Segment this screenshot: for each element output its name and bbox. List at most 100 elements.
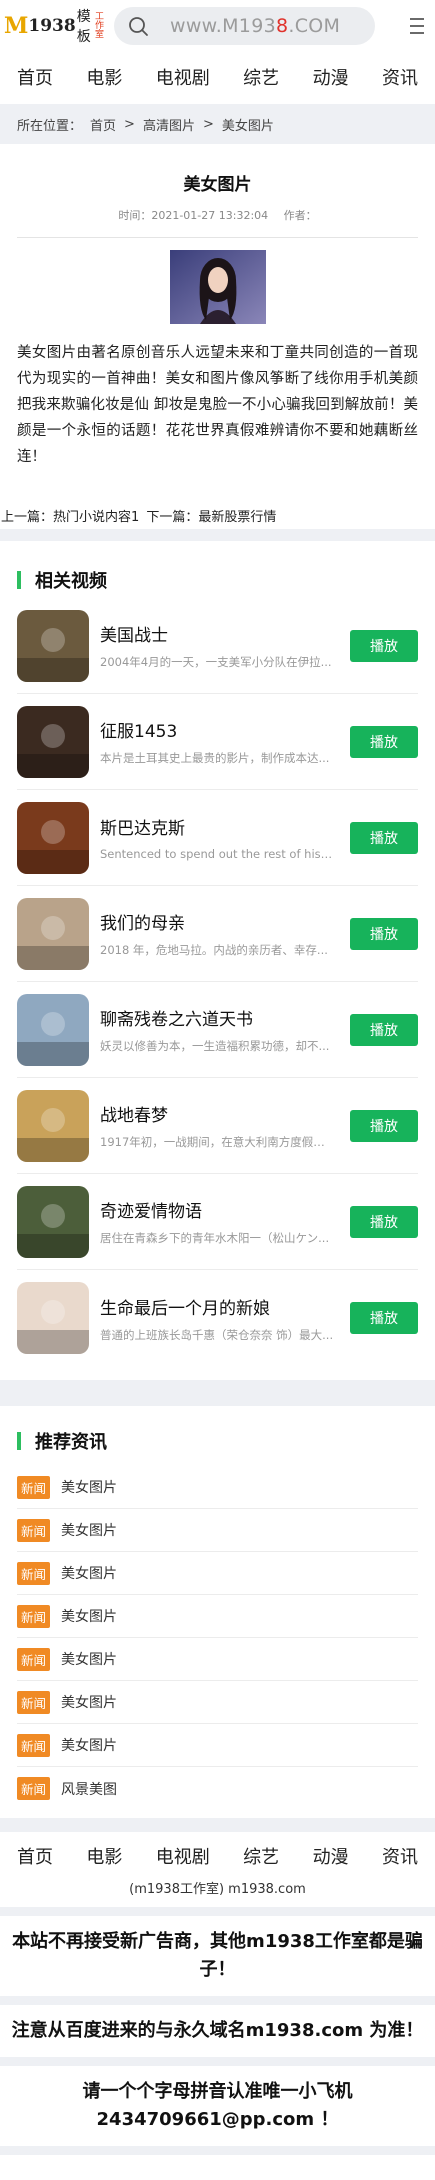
footer-nav-tv[interactable]: 电视剧 (156, 1843, 210, 1869)
video-item[interactable]: 征服1453 本片是土耳其史上最贵的影片，制作成本达... 播放 (17, 694, 418, 790)
play-button[interactable]: 播放 (350, 1109, 418, 1142)
video-item[interactable]: 我们的母亲 2018 年，危地马拉。内战的亲历者、幸存... 播放 (17, 886, 418, 982)
nav-home[interactable]: 首页 (17, 64, 53, 90)
video-title[interactable]: 斯巴达克斯 (100, 814, 334, 839)
video-thumbnail[interactable] (17, 1185, 89, 1258)
news-item[interactable]: 新闻 美女图片 (17, 1552, 418, 1595)
logo-number: 1938 (28, 16, 76, 36)
video-title[interactable]: 聊斋残卷之六道天书 (100, 1005, 334, 1030)
news-badge: 新闻 (17, 1733, 51, 1757)
video-item[interactable]: 聊斋残卷之六道天书 妖灵以修善为本，一生造福积累功德，却不... 播放 (17, 982, 418, 1078)
divider (0, 2057, 435, 2066)
news-title[interactable]: 美女图片 (61, 1477, 117, 1497)
news-badge: 新闻 (17, 1777, 51, 1800)
video-thumbnail[interactable] (17, 609, 89, 682)
news-title[interactable]: 美女图片 (61, 1563, 117, 1583)
divider (0, 1996, 435, 2005)
video-thumbnail[interactable] (17, 801, 89, 874)
video-item[interactable]: 战地春梦 1917年初，一战期间，在意大利南方度假归... 播放 (17, 1078, 418, 1174)
news-badge: 新闻 (17, 1561, 51, 1585)
video-info: 我们的母亲 2018 年，危地马拉。内战的亲历者、幸存... (100, 909, 334, 958)
footer-nav-home[interactable]: 首页 (17, 1843, 53, 1869)
video-thumbnail[interactable] (17, 1089, 89, 1162)
video-thumbnail[interactable] (17, 1282, 89, 1354)
breadcrumb: 所在位置： 首页 > 高清图片 > 美女图片 (0, 104, 435, 144)
play-button[interactable]: 播放 (350, 821, 418, 854)
article-title: 美女图片 (183, 175, 252, 195)
video-item[interactable]: 生命最后一个月的新娘 普通的上班族长岛千惠（荣仓奈奈 饰）最大... 播放 (17, 1270, 418, 1366)
video-title[interactable]: 生命最后一个月的新娘 (100, 1294, 334, 1319)
site-header: M 1938 模板 工作室 www.M1938.COM (0, 0, 435, 52)
next-article-link[interactable]: 下一篇：最新股票行情 (146, 510, 276, 525)
divider (0, 2146, 435, 2155)
footer-nav-variety[interactable]: 综艺 (243, 1843, 279, 1869)
article-image (169, 250, 266, 324)
article-meta: 时间：2021-01-27 13:32:04 作者： (0, 207, 435, 223)
nav-variety[interactable]: 综艺 (243, 64, 279, 90)
search-icon[interactable] (124, 12, 152, 40)
news-item[interactable]: 新闻 美女图片 (17, 1638, 418, 1681)
play-button[interactable]: 播放 (350, 629, 418, 662)
news-item[interactable]: 新闻 美女图片 (17, 1724, 418, 1767)
news-item[interactable]: 新闻 美女图片 (17, 1595, 418, 1638)
video-info: 战地春梦 1917年初，一战期间，在意大利南方度假归... (100, 1101, 334, 1150)
video-title[interactable]: 战地春梦 (100, 1101, 334, 1126)
logo-text: 模板 (76, 9, 91, 45)
play-button[interactable]: 播放 (350, 1205, 418, 1238)
play-button[interactable]: 播放 (350, 1013, 418, 1046)
section-title: 推荐资讯 (35, 1432, 107, 1453)
logo-m: M (4, 13, 29, 39)
news-title[interactable]: 美女图片 (61, 1520, 117, 1540)
footer-notice: 本站不再接受新广告商，其他m1938工作室都是骗子！ (12, 1931, 423, 1980)
footer-nav-news[interactable]: 资讯 (382, 1843, 418, 1869)
news-title[interactable]: 美女图片 (61, 1692, 117, 1712)
logo-stamp: 工作室 (94, 11, 104, 40)
news-badge: 新闻 (17, 1518, 51, 1542)
footer-nav-movies[interactable]: 电影 (86, 1843, 122, 1869)
news-badge: 新闻 (17, 1690, 51, 1714)
news-title[interactable]: 风景美图 (61, 1779, 117, 1799)
article-pagination: 上一篇：热门小说内容1 下一篇：最新股票行情 (0, 506, 435, 525)
video-item[interactable]: 斯巴达克斯 Sentenced to spend out the rest of … (17, 790, 418, 886)
breadcrumb-home[interactable]: 首页 (90, 115, 116, 134)
video-title[interactable]: 征服1453 (100, 717, 334, 742)
search-box[interactable]: www.M1938.COM (114, 7, 375, 45)
video-thumbnail[interactable] (17, 897, 89, 970)
video-thumbnail[interactable] (17, 705, 89, 778)
prev-article-link[interactable]: 上一篇：热门小说内容1 (1, 510, 139, 525)
footer-nav-anime[interactable]: 动漫 (313, 1843, 349, 1869)
nav-anime[interactable]: 动漫 (313, 64, 349, 90)
play-button[interactable]: 播放 (350, 1302, 418, 1334)
news-badge: 新闻 (17, 1647, 51, 1671)
play-button[interactable]: 播放 (350, 725, 418, 758)
menu-icon[interactable] (389, 8, 425, 44)
footer-copyright: (m1938工作室) m1938.com (129, 1882, 306, 1897)
breadcrumb-category[interactable]: 高清图片 (143, 115, 195, 134)
news-item[interactable]: 新闻 美女图片 (17, 1466, 418, 1509)
news-title[interactable]: 美女图片 (61, 1735, 117, 1755)
video-title[interactable]: 美国战士 (100, 621, 334, 646)
nav-news[interactable]: 资讯 (382, 64, 418, 90)
breadcrumb-separator: > (124, 116, 135, 132)
site-logo[interactable]: M 1938 模板 工作室 (4, 6, 104, 46)
article-author: 作者： (283, 209, 317, 222)
video-title[interactable]: 奇迹爱情物语 (100, 1197, 334, 1222)
breadcrumb-current[interactable]: 美女图片 (222, 115, 274, 134)
news-badge: 新闻 (17, 1604, 51, 1628)
article-body: 美女图片由著名原创音乐人远望未来和丁童共同创造的一首现代为现实的一首神曲！美女和… (17, 345, 418, 465)
news-title[interactable]: 美女图片 (61, 1606, 117, 1626)
nav-tv[interactable]: 电视剧 (156, 64, 210, 90)
breadcrumb-separator: > (202, 116, 214, 132)
section-gap (0, 1380, 435, 1406)
video-thumbnail[interactable] (17, 993, 89, 1066)
video-title[interactable]: 我们的母亲 (100, 909, 334, 934)
play-button[interactable]: 播放 (350, 917, 418, 950)
video-info: 征服1453 本片是土耳其史上最贵的影片，制作成本达... (100, 717, 334, 766)
news-item[interactable]: 新闻 美女图片 (17, 1509, 418, 1552)
video-item[interactable]: 奇迹爱情物语 居住在青森乡下的青年水木阳一（松山ケン... 播放 (17, 1174, 418, 1270)
news-title[interactable]: 美女图片 (61, 1649, 117, 1669)
nav-movies[interactable]: 电影 (86, 64, 122, 90)
news-item[interactable]: 新闻 风景美图 (17, 1767, 418, 1810)
video-item[interactable]: 美国战士 2004年4月的一天，一支美军小分队在伊拉... 播放 (17, 598, 418, 694)
news-item[interactable]: 新闻 美女图片 (17, 1681, 418, 1724)
